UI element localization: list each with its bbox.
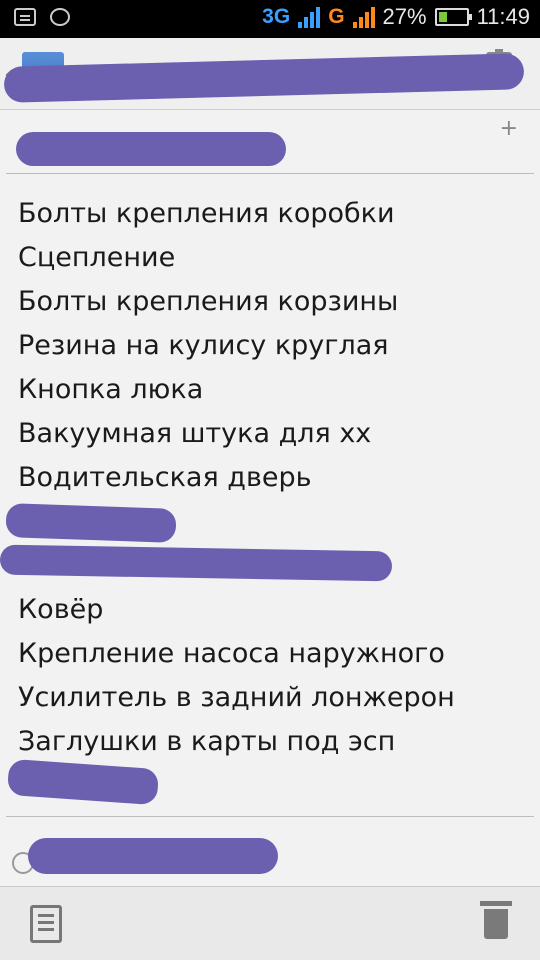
list-item[interactable]: Кнопка люка xyxy=(18,368,528,412)
redaction-mark xyxy=(5,503,177,543)
network-3g-label: 3G xyxy=(262,5,291,28)
signal-g-icon xyxy=(352,6,375,28)
hide-checked-row[interactable]: ия xyxy=(0,830,540,886)
list-item[interactable]: Крепление насоса наружного xyxy=(18,632,528,676)
redacted-note-title xyxy=(16,132,286,166)
chat-notification-icon xyxy=(14,8,36,26)
trash-icon[interactable] xyxy=(480,901,512,939)
list-item[interactable]: Болты крепления коробки xyxy=(18,192,528,236)
battery-icon xyxy=(434,8,472,26)
network-g-label: G xyxy=(328,5,345,28)
list-divider xyxy=(6,816,534,817)
checklist-icon[interactable] xyxy=(30,905,62,943)
notification-icons xyxy=(14,8,70,26)
battery-percent: 27% xyxy=(382,4,427,29)
clock: 11:49 xyxy=(476,4,530,29)
note-list: Болты крепления коробки Сцепление Болты … xyxy=(18,192,528,808)
list-item[interactable]: Резина на кулису круглая xyxy=(18,324,528,368)
list-item[interactable]: Заглушки в карты под эсп xyxy=(18,720,528,764)
list-item[interactable]: Усилитель в задний лонжерон xyxy=(18,676,528,720)
message-notification-icon xyxy=(50,8,70,26)
status-bar: 3G G 27% 11:49 xyxy=(0,0,540,38)
list-item[interactable]: Вакуумная штука для хх xyxy=(18,412,528,456)
note-title-row[interactable] xyxy=(0,110,540,174)
list-item[interactable]: Ковёр xyxy=(18,588,528,632)
list-item[interactable]: Сцепление xyxy=(18,236,528,280)
list-item[interactable]: Водительская дверь xyxy=(18,456,528,500)
redacted-check-label xyxy=(28,838,278,874)
list-item[interactable]: Болты крепления корзины xyxy=(18,280,528,324)
signal-3g-icon xyxy=(298,6,321,28)
title-divider xyxy=(6,173,534,174)
bottom-toolbar xyxy=(0,886,540,960)
status-indicators: 3G G 27% 11:49 xyxy=(262,4,530,30)
